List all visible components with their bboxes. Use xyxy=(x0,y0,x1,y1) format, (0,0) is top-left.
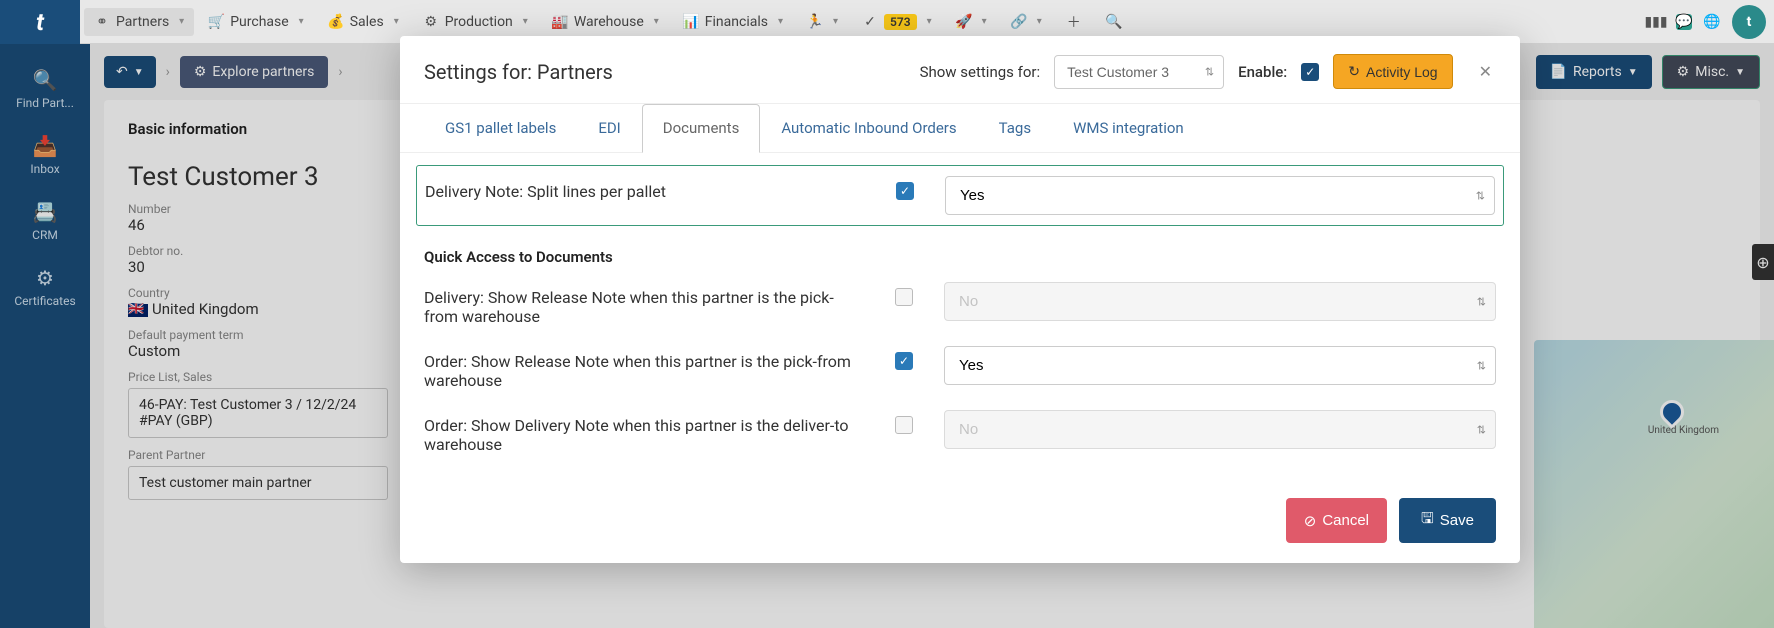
nav-extra-3[interactable]: 🚀▾ xyxy=(946,8,997,36)
warehouse-icon: 🏭 xyxy=(552,14,568,30)
barcode-icon[interactable]: ▮▮▮ xyxy=(1648,14,1664,30)
activity-label: Activity Log xyxy=(1366,64,1438,80)
show-settings-for-select[interactable]: Test Customer 3 xyxy=(1054,55,1224,89)
financials-icon: 📊 xyxy=(683,14,699,30)
setting-row-delivery-note-split: Delivery Note: Split lines per pallet ✓ … xyxy=(416,165,1504,226)
modal-title: Settings for: Partners xyxy=(424,60,613,84)
modal-tabs: GS1 pallet labels EDI Documents Automati… xyxy=(400,104,1520,153)
globe-icon[interactable]: 🌐 xyxy=(1704,14,1720,30)
nav-extra-4[interactable]: 🔗▾ xyxy=(1001,8,1052,36)
save-icon: 🖫 xyxy=(1421,508,1434,533)
chevron-down-icon: ▾ xyxy=(523,16,528,27)
nav-extra-1[interactable]: 🏃▾ xyxy=(797,8,848,36)
check-icon: ✓ xyxy=(862,14,878,30)
run-icon: 🏃 xyxy=(807,14,823,30)
cancel-button[interactable]: ⊘ Cancel xyxy=(1286,498,1387,543)
setting-checkbox[interactable]: ✓ xyxy=(896,182,914,200)
setting-label: Delivery Note: Split lines per pallet xyxy=(425,176,865,201)
nav-label: Warehouse xyxy=(574,14,644,30)
chevron-down-icon: ▾ xyxy=(299,16,304,27)
save-label: Save xyxy=(1440,512,1474,529)
setting-select[interactable]: No xyxy=(944,410,1496,449)
nav-partners[interactable]: ⚭ Partners ▾ xyxy=(84,8,194,36)
search-icon: 🔍 xyxy=(1106,14,1122,30)
modal-header: Settings for: Partners Show settings for… xyxy=(400,36,1520,104)
show-settings-for-label: Show settings for: xyxy=(920,63,1041,81)
nav-add[interactable]: ＋ xyxy=(1056,8,1092,36)
setting-select[interactable]: No xyxy=(944,282,1496,321)
setting-label: Order: Show Release Note when this partn… xyxy=(424,346,864,390)
settings-modal: Settings for: Partners Show settings for… xyxy=(400,36,1520,563)
setting-row-order-release-note: Order: Show Release Note when this partn… xyxy=(424,336,1496,400)
rocket-icon: 🚀 xyxy=(956,14,972,30)
setting-label: Order: Show Delivery Note when this part… xyxy=(424,410,864,454)
user-avatar[interactable]: t xyxy=(1732,5,1766,39)
section-quick-access: Quick Access to Documents xyxy=(424,230,1496,272)
setting-checkbox[interactable] xyxy=(895,416,913,434)
tab-wms[interactable]: WMS integration xyxy=(1052,104,1205,152)
production-icon: ⚙ xyxy=(423,14,439,30)
tab-edi[interactable]: EDI xyxy=(577,104,641,152)
setting-checkbox[interactable]: ✓ xyxy=(895,352,913,370)
enable-label: Enable: xyxy=(1238,63,1287,81)
chevron-down-icon: ▾ xyxy=(654,16,659,27)
badge-count: 573 xyxy=(884,14,917,30)
nav-production[interactable]: ⚙ Production ▾ xyxy=(413,8,538,36)
cancel-icon: ⊘ xyxy=(1304,512,1317,530)
tab-documents[interactable]: Documents xyxy=(642,104,761,153)
modal-body: Delivery Note: Split lines per pallet ✓ … xyxy=(400,153,1520,484)
chevron-down-icon: ▾ xyxy=(179,16,184,27)
chevron-down-icon: ▾ xyxy=(778,16,783,27)
nav-purchase[interactable]: 🛒 Purchase ▾ xyxy=(198,8,314,36)
nav-warehouse[interactable]: 🏭 Warehouse ▾ xyxy=(542,8,669,36)
link-icon: 🔗 xyxy=(1011,14,1027,30)
setting-label: Delivery: Show Release Note when this pa… xyxy=(424,282,864,326)
nav-label: Partners xyxy=(116,14,169,30)
nav-label: Sales xyxy=(350,14,384,30)
modal-footer: ⊘ Cancel 🖫 Save xyxy=(400,484,1520,563)
chat-icon[interactable]: 💬 xyxy=(1676,14,1692,30)
sales-icon: 💰 xyxy=(328,14,344,30)
nav-label: Production xyxy=(445,14,513,30)
nav-label: Financials xyxy=(705,14,768,30)
nav-search[interactable]: 🔍 xyxy=(1096,8,1132,36)
tab-tags[interactable]: Tags xyxy=(978,104,1052,152)
partners-icon: ⚭ xyxy=(94,14,110,30)
cancel-label: Cancel xyxy=(1322,512,1369,529)
plus-icon: ＋ xyxy=(1066,14,1082,30)
nav-financials[interactable]: 📊 Financials ▾ xyxy=(673,8,793,36)
setting-row-order-delivery-note: Order: Show Delivery Note when this part… xyxy=(424,400,1496,464)
app-logo[interactable]: t xyxy=(0,0,80,44)
activity-icon: ↻ xyxy=(1348,63,1360,80)
close-icon[interactable]: ✕ xyxy=(1475,58,1496,85)
cart-icon: 🛒 xyxy=(208,14,224,30)
nav-extra-2[interactable]: ✓573▾ xyxy=(852,8,942,36)
tab-auto-inbound[interactable]: Automatic Inbound Orders xyxy=(760,104,977,152)
chevron-down-icon: ▾ xyxy=(394,16,399,27)
enable-checkbox[interactable]: ✓ xyxy=(1301,63,1319,81)
setting-checkbox[interactable] xyxy=(895,288,913,306)
activity-log-button[interactable]: ↻ Activity Log xyxy=(1333,54,1452,89)
setting-select[interactable]: Yes xyxy=(944,346,1496,385)
tab-gs1[interactable]: GS1 pallet labels xyxy=(424,104,577,152)
nav-label: Purchase xyxy=(230,14,288,30)
save-button[interactable]: 🖫 Save xyxy=(1399,498,1496,543)
nav-sales[interactable]: 💰 Sales ▾ xyxy=(318,8,409,36)
setting-row-delivery-release-note: Delivery: Show Release Note when this pa… xyxy=(424,272,1496,336)
setting-select[interactable]: Yes xyxy=(945,176,1495,215)
